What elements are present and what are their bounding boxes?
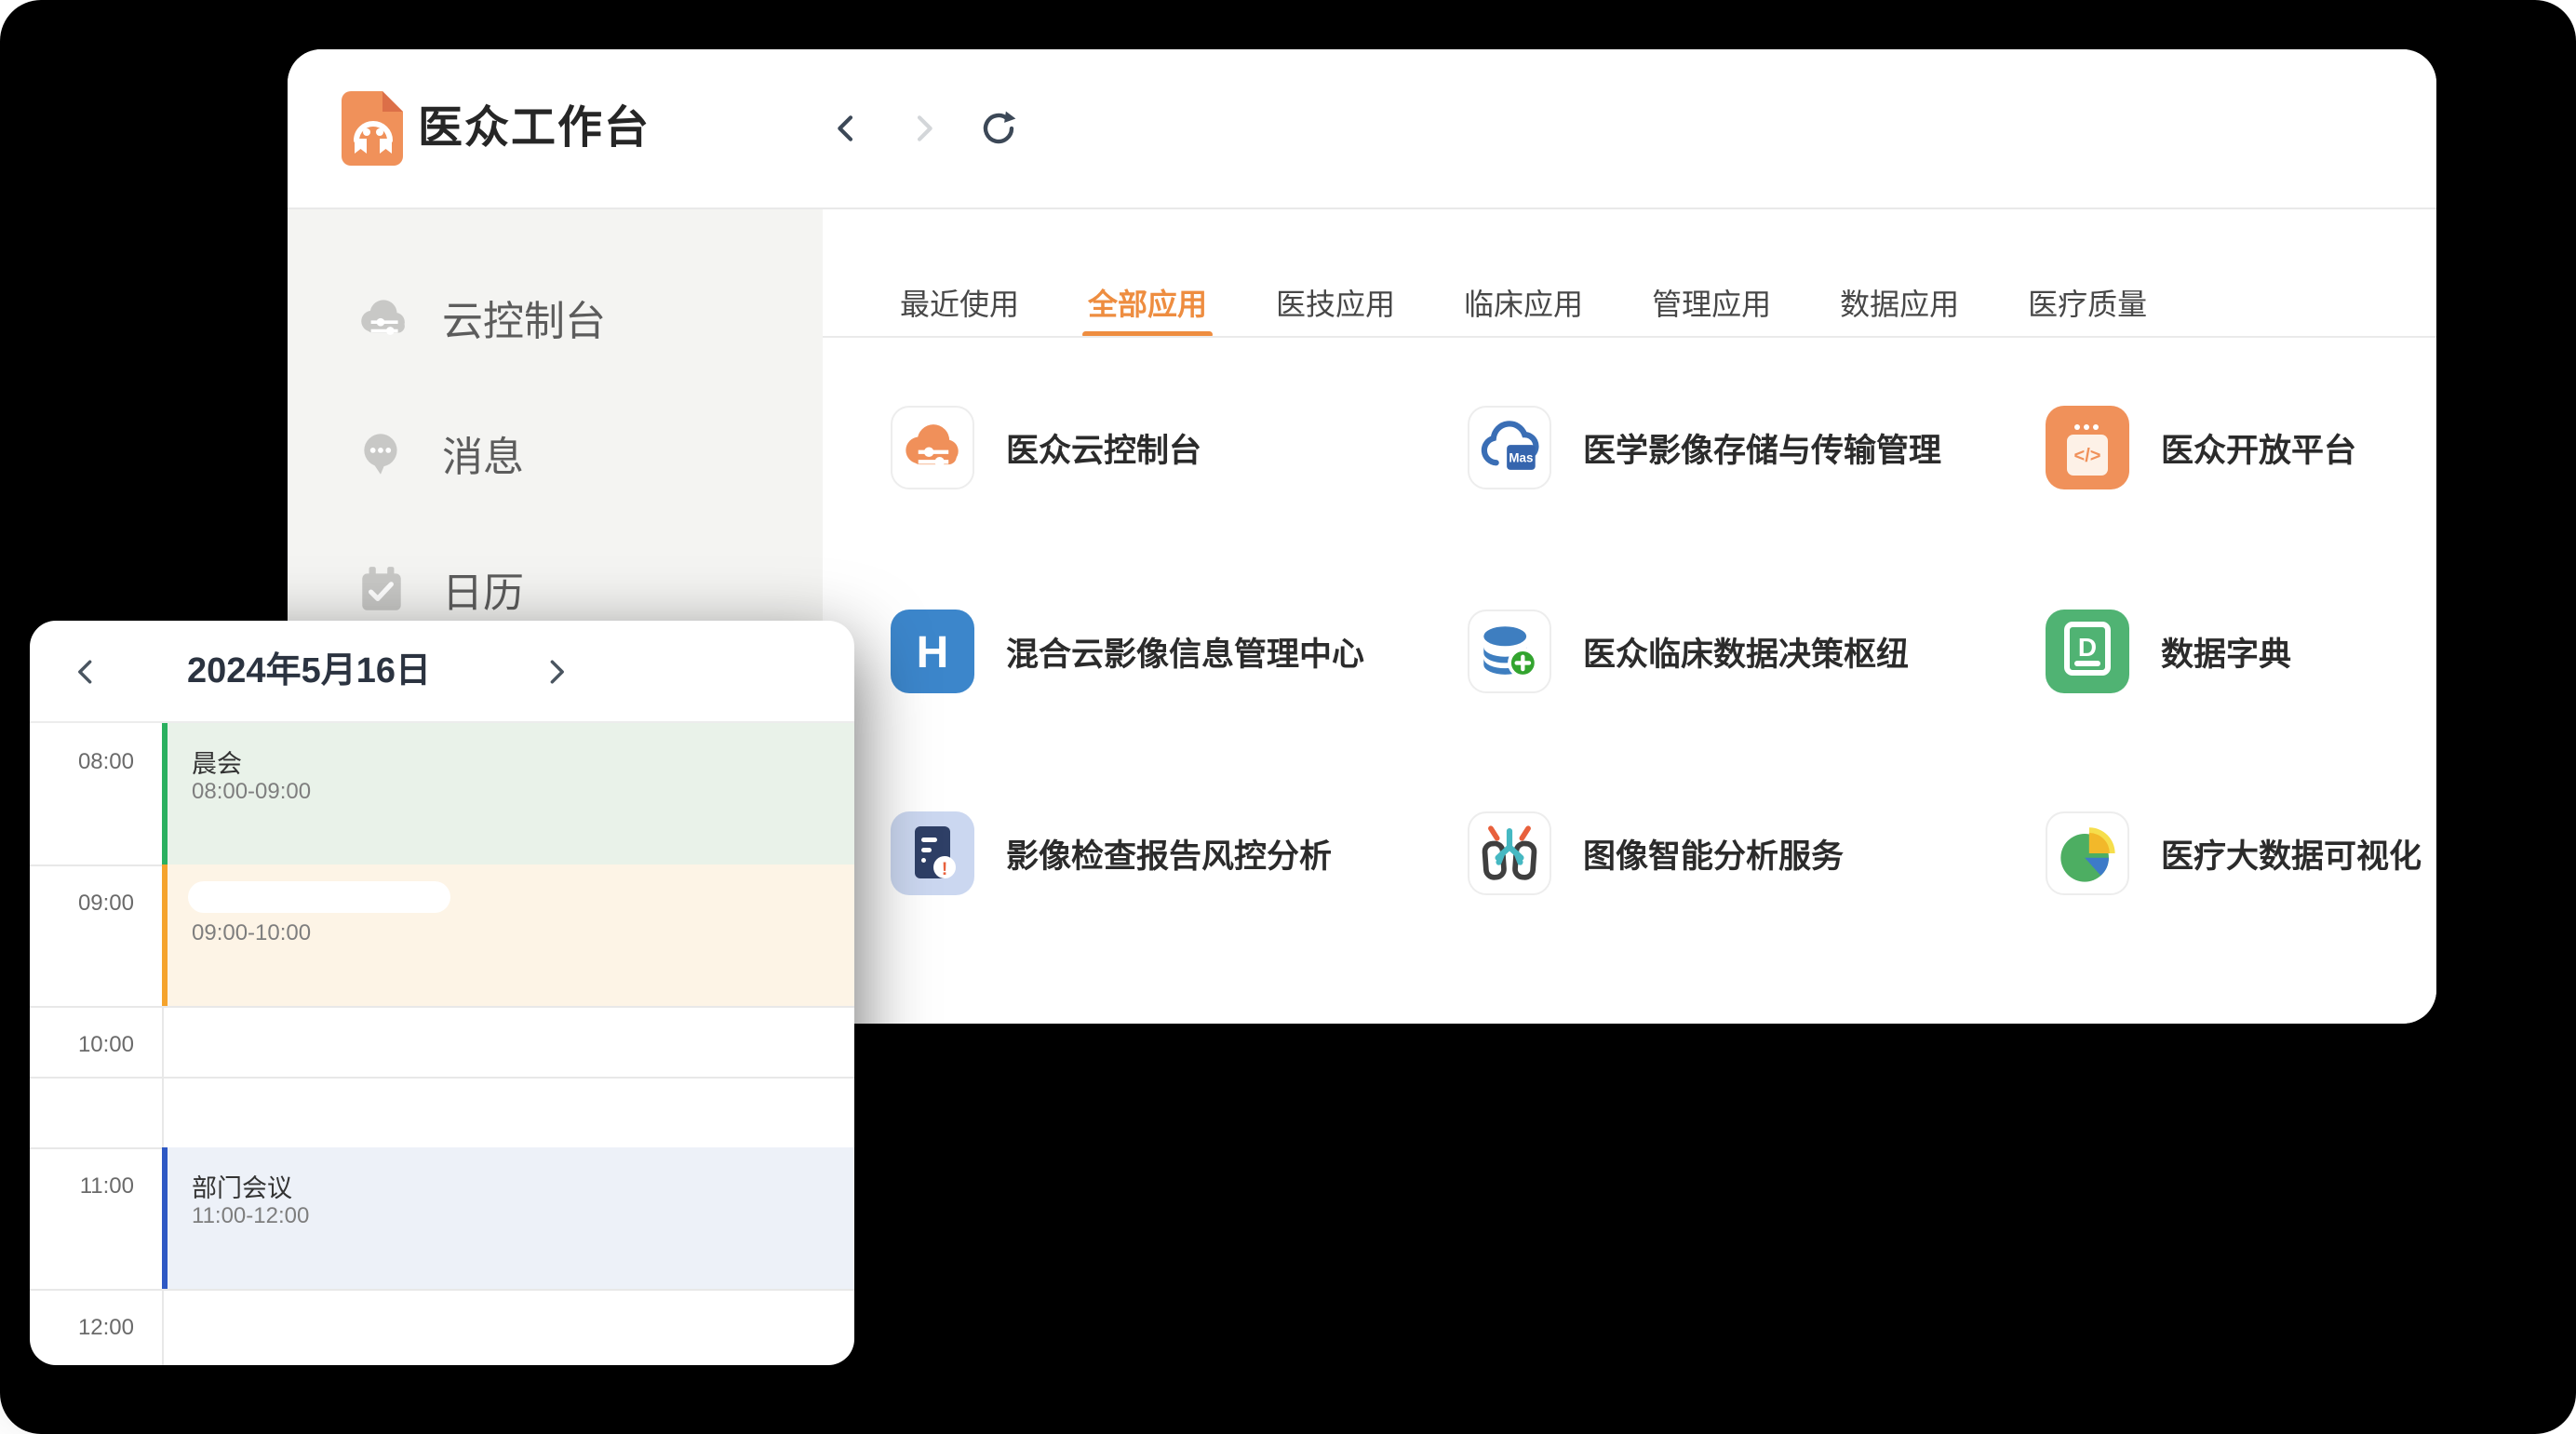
event-time: 08:00-09:00: [192, 779, 311, 805]
sidebar-item-label: 日历: [442, 559, 524, 619]
app-tile-clinical-data-hub[interactable]: [1468, 610, 1551, 693]
letter-h-icon: H: [891, 610, 974, 693]
calendar-icon: [355, 562, 409, 616]
calendar-date-label: 2024年5月16日: [160, 621, 458, 721]
app-name[interactable]: 影像检查报告风控分析: [1006, 811, 1332, 895]
half-hour-gridline: [30, 1077, 854, 1079]
tab-data[interactable]: 数据应用: [1840, 282, 1959, 336]
calendar-prev-button[interactable]: [65, 651, 106, 692]
svg-text:Mas: Mas: [1509, 450, 1533, 464]
sidebar-item-label: 消息: [442, 423, 524, 483]
svg-text:D: D: [2078, 633, 2097, 662]
sidebar-item-messages[interactable]: 消息: [355, 425, 823, 481]
back-button[interactable]: [825, 108, 866, 149]
cloud-storage-icon: Mas: [1469, 408, 1550, 488]
tab-management[interactable]: 管理应用: [1652, 282, 1771, 336]
app-name[interactable]: 医众开放平台: [2161, 406, 2356, 489]
svg-text:H: H: [917, 628, 949, 677]
event-title: 晨会: [192, 744, 242, 780]
calendar-event-redacted[interactable]: 09:00-10:00: [162, 864, 854, 1006]
window-header: 医众工作台: [288, 49, 2436, 209]
tab-bar: 最近使用 全部应用 医技应用 临床应用 管理应用 数据应用 医疗质量: [900, 282, 2147, 336]
app-tile-open-platform[interactable]: </>: [2046, 406, 2129, 489]
chevron-right-icon: [910, 111, 938, 146]
tab-all-apps[interactable]: 全部应用: [1088, 282, 1207, 336]
svg-text:</>: </>: [2074, 446, 2101, 466]
event-time: 09:00-10:00: [192, 920, 311, 946]
app-name[interactable]: 图像智能分析服务: [1583, 811, 1844, 895]
hour-label: 12:00: [30, 1315, 134, 1341]
sidebar-item-calendar[interactable]: 日历: [355, 561, 823, 617]
tabs-divider: [823, 336, 2436, 338]
app-logo-icon: [330, 87, 416, 169]
hour-gridline: [30, 1289, 854, 1291]
code-platform-icon: </>: [2046, 406, 2129, 489]
report-alert-icon: !: [891, 811, 974, 895]
app-tile-bigdata-viz[interactable]: [2046, 811, 2129, 895]
app-title: 医众工作台: [418, 49, 651, 208]
event-title: 部门会议: [192, 1168, 292, 1204]
svg-text:!: !: [942, 860, 947, 879]
calendar-header: 2024年5月16日: [30, 621, 854, 723]
app-name[interactable]: 医学影像存储与传输管理: [1583, 406, 1941, 489]
tab-clinical[interactable]: 临床应用: [1464, 282, 1583, 336]
app-tile-image-storage[interactable]: Mas: [1468, 406, 1551, 489]
hour-label: 10:00: [30, 1032, 134, 1058]
event-time: 11:00-12:00: [192, 1203, 309, 1229]
app-name[interactable]: 医众临床数据决策枢纽: [1583, 610, 1909, 693]
calendar-panel: 2024年5月16日 08:00 09:00 10:00 11:00 12:00…: [30, 621, 854, 1365]
redacted-title-pill: [188, 881, 450, 913]
app-name[interactable]: 医疗大数据可视化: [2161, 811, 2422, 895]
calendar-next-button[interactable]: [536, 651, 577, 692]
message-icon: [355, 426, 409, 480]
app-name[interactable]: 数据字典: [2161, 610, 2291, 693]
app-name[interactable]: 医众云控制台: [1006, 406, 1201, 489]
app-content: 最近使用 全部应用 医技应用 临床应用 管理应用 数据应用 医疗质量: [823, 209, 2436, 1024]
calendar-event-morning-meeting[interactable]: 晨会 08:00-09:00: [162, 723, 854, 864]
sidebar-item-label: 云控制台: [442, 288, 606, 347]
chevron-left-icon: [832, 111, 860, 146]
app-tile-image-ai[interactable]: [1468, 811, 1551, 895]
cloud-console-icon: [355, 290, 409, 344]
app-name[interactable]: 混合云影像信息管理中心: [1006, 610, 1364, 693]
database-add-icon: [1469, 611, 1550, 691]
hour-label: 09:00: [30, 891, 134, 917]
app-tile-hybrid-cloud[interactable]: H: [891, 610, 974, 693]
app-tile-report-risk[interactable]: !: [891, 811, 974, 895]
sidebar-item-cloud-console[interactable]: 云控制台: [355, 289, 823, 345]
app-tile-cloud-console[interactable]: [891, 406, 974, 489]
tab-quality[interactable]: 医疗质量: [2028, 282, 2147, 336]
chevron-right-icon: [543, 656, 570, 688]
tab-recent[interactable]: 最近使用: [900, 282, 1019, 336]
screenshot-canvas: 医众工作台: [0, 0, 2576, 1434]
calendar-event-department-meeting[interactable]: 部门会议 11:00-12:00: [162, 1147, 854, 1289]
app-tile-data-dictionary[interactable]: D: [2046, 610, 2129, 693]
tab-medtech[interactable]: 医技应用: [1276, 282, 1395, 336]
refresh-icon: [979, 109, 1018, 148]
hour-label: 11:00: [30, 1173, 134, 1199]
forward-button[interactable]: [904, 108, 945, 149]
lungs-icon: [1469, 813, 1550, 893]
refresh-button[interactable]: [978, 108, 1019, 149]
pie-chart-icon: [2047, 813, 2127, 893]
dictionary-icon: D: [2046, 610, 2129, 693]
hour-label: 08:00: [30, 749, 134, 775]
calendar-day-view: 08:00 09:00 10:00 11:00 12:00 晨会 08:00-0…: [30, 723, 854, 1365]
chevron-left-icon: [73, 656, 99, 688]
cloud-settings-icon: [892, 408, 973, 488]
hour-gridline: [30, 1006, 854, 1008]
